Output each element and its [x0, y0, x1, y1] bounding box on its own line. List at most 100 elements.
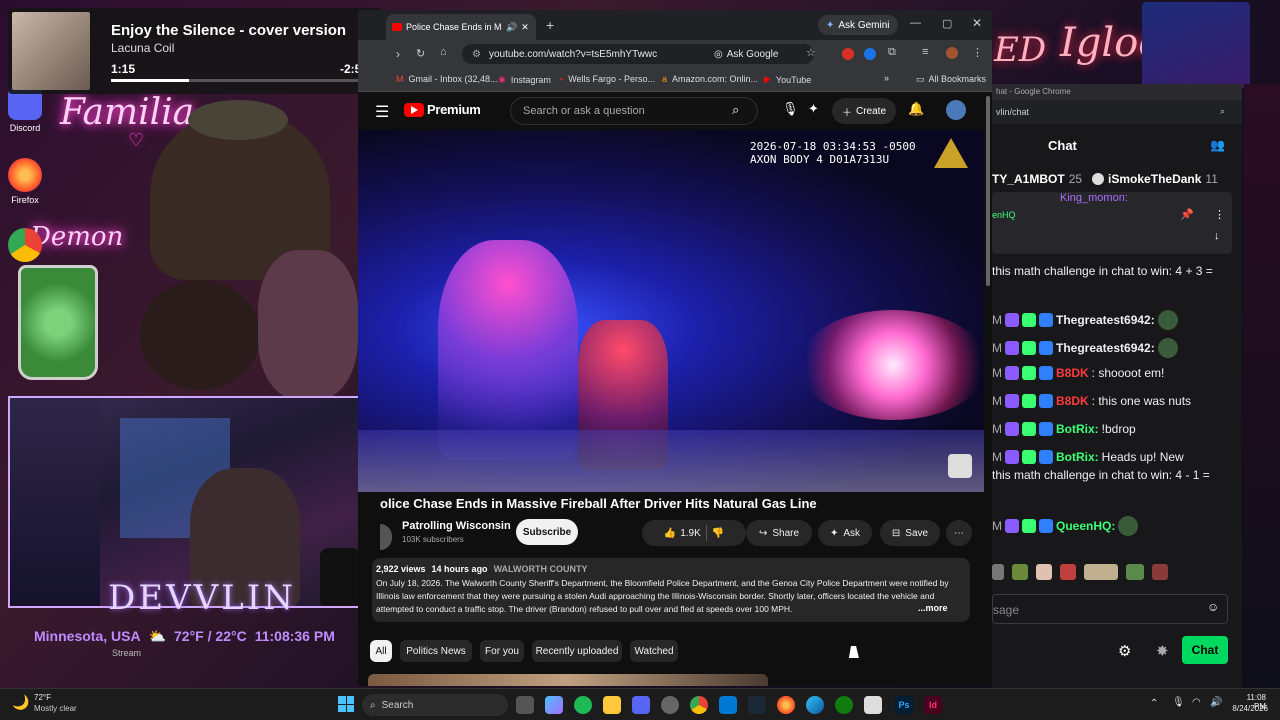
notifications-bell-icon[interactable]: 🔔 — [908, 101, 924, 117]
scrollbar-thumb[interactable] — [986, 96, 990, 286]
taskbar-weather-desc[interactable]: Mostly clear — [34, 704, 77, 713]
chip-politics-news[interactable]: Politics News — [400, 640, 472, 662]
pinned-more-icon[interactable]: ⋮ — [1214, 208, 1225, 221]
chat-badge-icon[interactable] — [1022, 313, 1036, 327]
firefox-taskbar-icon[interactable] — [777, 696, 795, 714]
emote-icon[interactable] — [1060, 564, 1076, 580]
chip-for-you[interactable]: For you — [480, 640, 524, 662]
leaderboard-user-1[interactable]: TY_A1MBOT — [992, 172, 1065, 186]
ask-gemini-button[interactable]: ✦ Ask Gemini — [818, 15, 898, 35]
microphone-tray-icon[interactable]: 🎙 — [1172, 697, 1185, 708]
chat-badge-icon[interactable] — [1005, 341, 1019, 355]
close-window-button[interactable]: ✕ — [972, 16, 982, 30]
file-explorer-icon[interactable] — [603, 696, 621, 714]
chat-badge-icon[interactable] — [1005, 519, 1019, 533]
spotify-icon[interactable] — [574, 696, 592, 714]
minimize-button[interactable]: — — [910, 17, 921, 29]
wifi-icon[interactable]: ◠ — [1192, 697, 1201, 708]
create-button[interactable]: ＋ Create — [832, 98, 897, 124]
bookmark-amazon[interactable]: a Amazon.com: Onlin... — [662, 74, 758, 84]
share-button[interactable]: ↪ Share — [746, 520, 812, 546]
dislike-button[interactable]: 👎 — [712, 528, 724, 539]
indesign-icon[interactable]: Id — [924, 696, 942, 714]
chat-badge-icon[interactable] — [1005, 450, 1019, 464]
desktop-icon-chrome[interactable] — [0, 228, 55, 265]
like-button[interactable]: 👍 1.9K — [664, 528, 701, 539]
bookmarks-overflow-icon[interactable]: » — [884, 73, 889, 83]
tab-close-icon[interactable]: ✕ — [521, 22, 529, 33]
reload-icon[interactable]: ↻ — [416, 47, 425, 60]
bookmark-wellsfargo[interactable]: ▪ Wells Fargo - Perso... — [560, 74, 655, 84]
save-button[interactable]: ⊟ Save — [880, 520, 940, 546]
chat-username[interactable]: QueenHQ: — [1056, 519, 1115, 533]
all-bookmarks-button[interactable]: ▭ All Bookmarks — [916, 74, 986, 85]
chat-badge-icon[interactable] — [1039, 341, 1053, 355]
youtube-search-input[interactable]: Search or ask a question — [510, 97, 758, 125]
chrome-taskbar-icon[interactable] — [690, 696, 708, 714]
more-actions-button[interactable]: ⋯ — [946, 520, 972, 546]
emote-icon[interactable] — [1012, 564, 1028, 580]
channel-watermark-icon[interactable] — [948, 454, 972, 478]
menu-hamburger-icon[interactable]: ☰ — [375, 102, 389, 122]
ask-button[interactable]: ✦ Ask — [818, 520, 872, 546]
account-avatar[interactable] — [946, 100, 966, 120]
ask-google-button[interactable]: ◎ Ask Google — [708, 44, 784, 64]
audio-icon[interactable]: 🔊 — [506, 22, 517, 33]
page-scrollbar[interactable] — [984, 92, 992, 686]
zoom-icon[interactable]: ⌕ — [1220, 106, 1225, 117]
chat-badge-icon[interactable] — [1022, 394, 1036, 408]
chat-send-button[interactable]: Chat — [1182, 636, 1228, 664]
media-controls-icon[interactable]: ≡ — [922, 46, 928, 58]
chip-recently-uploaded[interactable]: Recently uploaded — [532, 640, 622, 662]
bookmark-star-icon[interactable]: ☆ — [806, 46, 816, 59]
chrome-menu-icon[interactable]: ⋮ — [972, 46, 983, 59]
chat-badge-icon[interactable] — [1039, 422, 1053, 436]
extensions-puzzle-icon[interactable]: ⧉ — [888, 46, 896, 59]
volume-icon[interactable]: 🔊 — [1210, 697, 1222, 708]
task-view-icon[interactable] — [516, 696, 534, 714]
chat-badge-icon[interactable] — [1039, 394, 1053, 408]
chat-badge-icon[interactable] — [1022, 519, 1036, 533]
search-icon[interactable]: ⌕ — [732, 102, 739, 118]
profile-avatar[interactable] — [946, 47, 958, 59]
chat-emote-icon[interactable] — [1157, 338, 1178, 358]
chat-badge-icon[interactable] — [1039, 313, 1053, 327]
chat-badge-icon[interactable] — [1039, 450, 1053, 464]
start-button[interactable] — [338, 696, 354, 712]
emote-icon[interactable] — [1036, 564, 1052, 580]
chat-rewards-icon[interactable]: ✸ — [1156, 642, 1169, 660]
chat-badge-icon[interactable] — [1022, 341, 1036, 355]
chat-input[interactable]: sage ☺ — [992, 594, 1228, 624]
chat-badge-icon[interactable] — [1039, 366, 1053, 380]
subscribe-button[interactable]: Subscribe — [516, 519, 578, 545]
chip-all[interactable]: All — [370, 640, 392, 662]
maximize-button[interactable]: ▢ — [942, 17, 952, 30]
taskbar-search[interactable]: ⌕ Search — [362, 694, 508, 716]
weather-widget-icon[interactable]: 🌙 — [12, 694, 29, 711]
tab-active[interactable]: Police Chase Ends in Massive 🔊 ✕ — [386, 14, 536, 40]
emote-icon[interactable] — [1152, 564, 1168, 580]
new-tab-button[interactable]: + — [546, 17, 554, 33]
chat-emote-icon[interactable] — [1157, 310, 1178, 330]
emote-icon[interactable] — [1084, 564, 1118, 580]
site-info-icon[interactable]: ⚙ — [472, 49, 481, 60]
emote-icon[interactable] — [1126, 564, 1144, 580]
ask-sparkle-icon[interactable]: ✦ — [808, 101, 819, 117]
chat-username[interactable]: Thegreatest6942: — [1056, 313, 1155, 327]
chat-badge-icon[interactable] — [1022, 450, 1036, 464]
bookmark-instagram[interactable]: ◉ Instagram — [498, 74, 551, 85]
emote-icon[interactable] — [992, 564, 1004, 580]
extension-icon[interactable] — [842, 48, 854, 60]
bookmark-gmail[interactable]: M Gmail - Inbox (32,48... — [396, 74, 498, 84]
chat-badge-icon[interactable] — [1005, 422, 1019, 436]
video-player[interactable]: 2026-07-18 03:34:53 -0500 AXON BODY 4 D0… — [358, 130, 984, 492]
chat-emote-icon[interactable] — [1118, 516, 1139, 536]
discord-taskbar-icon[interactable] — [632, 696, 650, 714]
taskbar-weather-temp[interactable]: 72°F — [34, 693, 51, 702]
location-tag[interactable]: WALWORTH COUNTY — [494, 564, 588, 574]
chat-badge-icon[interactable] — [1022, 366, 1036, 380]
voice-search-icon[interactable]: 🎙 — [782, 101, 799, 117]
extension-icon-2[interactable] — [864, 48, 876, 60]
chat-badge-icon[interactable] — [1005, 366, 1019, 380]
emote-picker-icon[interactable]: ☺ — [1207, 600, 1219, 614]
